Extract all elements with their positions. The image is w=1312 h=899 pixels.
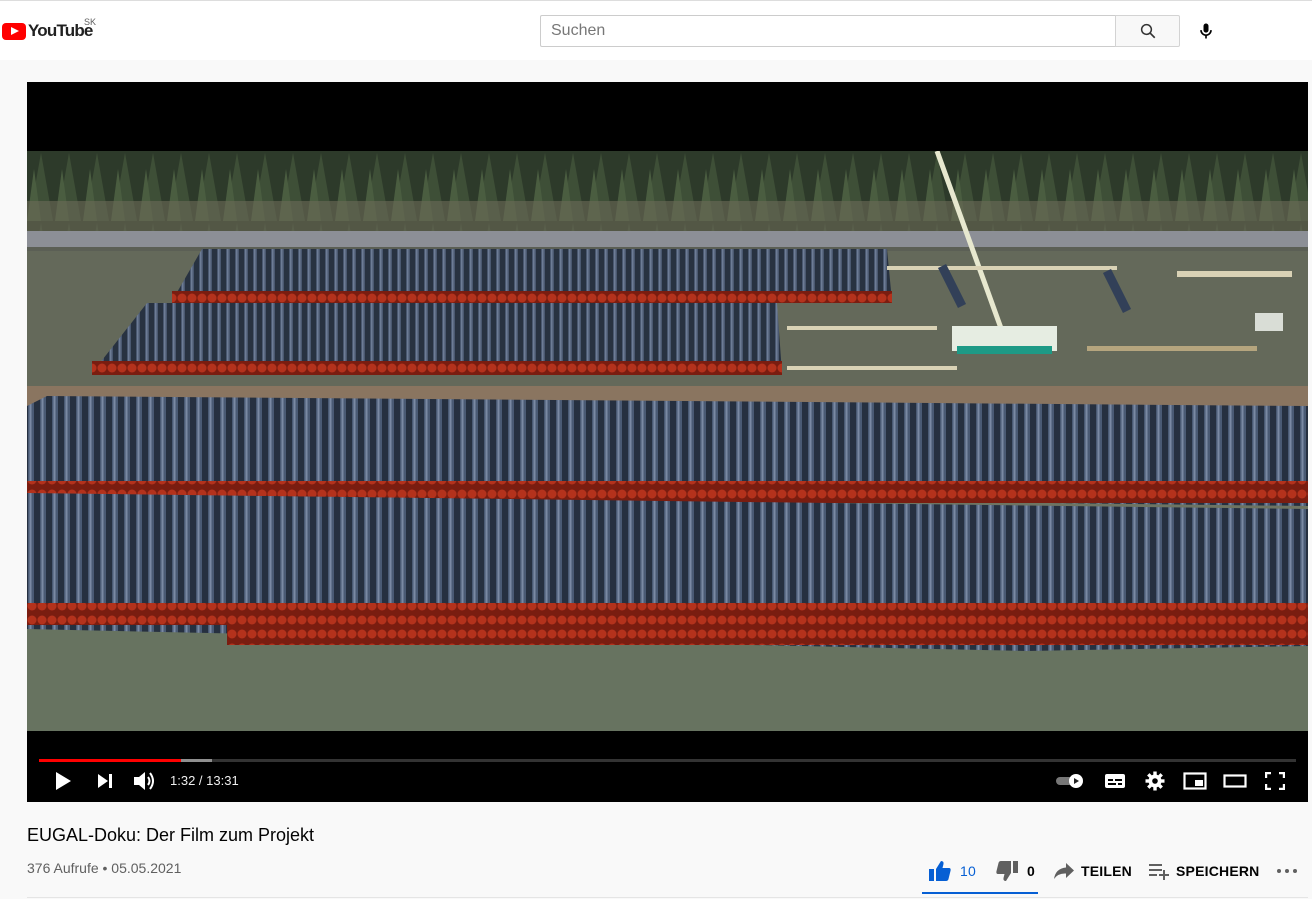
video-frame[interactable] bbox=[27, 151, 1308, 731]
play-button[interactable] bbox=[51, 768, 75, 794]
like-count: 10 bbox=[960, 863, 976, 879]
view-count-and-date: 376 Aufrufe • 05.05.2021 bbox=[27, 860, 182, 876]
miniplayer-button[interactable] bbox=[1182, 768, 1208, 794]
share-icon bbox=[1054, 863, 1074, 879]
youtube-watch-page: YouTube SK Suchen 1:32 / 13:31 EUGAL-Dok… bbox=[0, 0, 1312, 899]
mic-icon bbox=[1200, 23, 1212, 39]
thumbs-up-icon bbox=[929, 861, 951, 881]
dislike-count: 0 bbox=[1027, 863, 1035, 879]
dislike-button[interactable]: 0 bbox=[995, 858, 1035, 884]
miniplayer-icon bbox=[1183, 772, 1207, 790]
youtube-logo-icon bbox=[2, 22, 26, 40]
save-button[interactable]: SPEICHERN bbox=[1148, 858, 1259, 884]
save-playlist-icon bbox=[1149, 864, 1169, 880]
save-label: SPEICHERN bbox=[1176, 863, 1260, 879]
mute-button[interactable] bbox=[131, 768, 157, 794]
video-player[interactable]: 1:32 / 13:31 bbox=[27, 82, 1308, 802]
progress-played bbox=[39, 759, 182, 762]
theater-icon bbox=[1223, 774, 1247, 788]
subtitles-icon bbox=[1105, 774, 1125, 788]
play-icon bbox=[56, 772, 71, 790]
more-actions-button[interactable] bbox=[1276, 858, 1298, 884]
more-icon bbox=[1277, 869, 1297, 873]
search-icon bbox=[1140, 23, 1155, 39]
autoplay-toggle-icon bbox=[1056, 774, 1083, 788]
divider bbox=[27, 897, 1308, 898]
fullscreen-button[interactable] bbox=[1262, 768, 1288, 794]
time-display: 1:32 / 13:31 bbox=[170, 773, 239, 788]
logo-text: YouTube bbox=[28, 21, 93, 40]
search-button[interactable] bbox=[1115, 15, 1180, 47]
search-input[interactable] bbox=[541, 16, 1116, 46]
volume-icon bbox=[134, 772, 154, 790]
progress-bar[interactable] bbox=[39, 759, 1296, 762]
like-dislike-ratio-bar bbox=[922, 892, 1038, 894]
share-button[interactable]: TEILEN bbox=[1053, 858, 1132, 884]
theater-mode-button[interactable] bbox=[1222, 768, 1248, 794]
masthead: YouTube SK bbox=[0, 0, 1312, 60]
settings-button[interactable] bbox=[1142, 768, 1168, 794]
search-box bbox=[540, 15, 1116, 47]
settings-icon bbox=[1145, 771, 1165, 791]
autoplay-toggle[interactable] bbox=[1055, 768, 1085, 794]
video-title: EUGAL-Doku: Der Film zum Projekt bbox=[27, 825, 315, 845]
next-button[interactable] bbox=[93, 768, 117, 794]
video-still-image bbox=[27, 151, 1308, 731]
thumbs-down-icon bbox=[996, 861, 1018, 881]
like-button[interactable]: 10 bbox=[928, 858, 976, 884]
share-label: TEILEN bbox=[1081, 863, 1132, 879]
fullscreen-icon bbox=[1265, 772, 1285, 790]
youtube-logo[interactable]: YouTube SK bbox=[2, 17, 97, 43]
country-code: SK bbox=[84, 17, 97, 27]
next-icon bbox=[98, 774, 112, 788]
subtitles-button[interactable] bbox=[1102, 768, 1128, 794]
voice-search-button[interactable] bbox=[1190, 15, 1222, 47]
